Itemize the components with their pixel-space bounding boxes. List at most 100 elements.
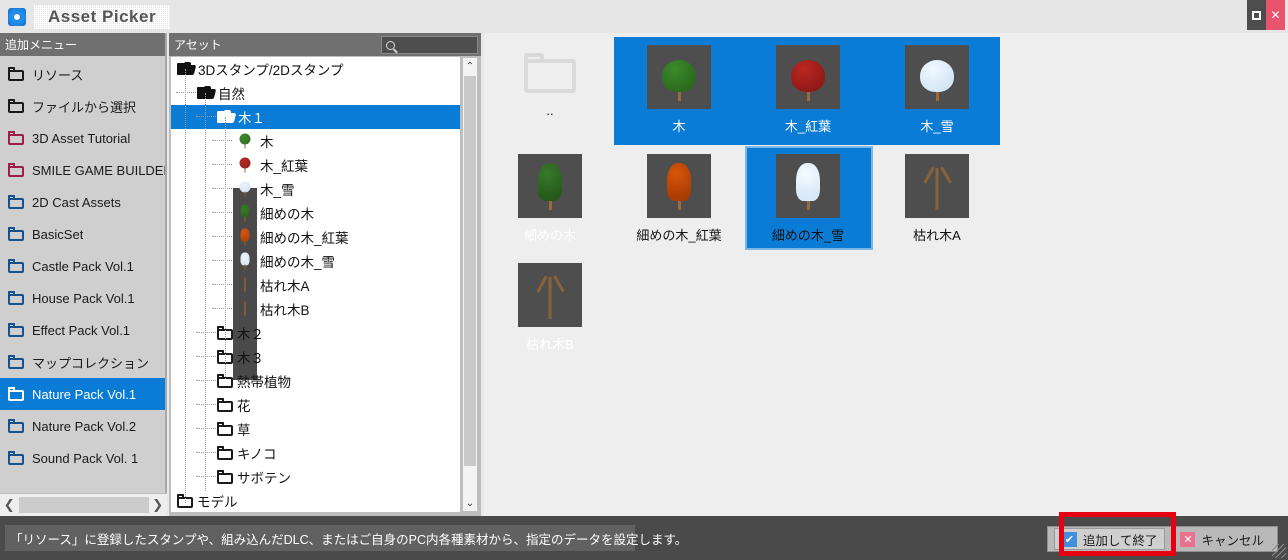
grid-item-parent[interactable]: .. (486, 37, 614, 141)
confirm-button[interactable]: ✔ 追加して終了 (1054, 528, 1166, 550)
sidebar-item-7[interactable]: House Pack Vol.1 (0, 282, 165, 314)
cancel-button-label: キャンセル (1201, 530, 1264, 549)
grid-item-4[interactable]: 細めの木_紅葉 (615, 146, 743, 250)
tree-leaf-label: 細めの木_紅葉 (260, 227, 349, 247)
grid-item-3[interactable]: 細めの木 (486, 146, 614, 250)
tree-scroll-up-icon[interactable]: ⌃ (463, 58, 477, 74)
main-area: 追加メニュー リソースファイルから選択3D Asset Tutorial SMIL… (0, 33, 1288, 516)
tree-panel: アセット 3Dスタンプ/2Dスタンプ自然木１木木_紅葉木_雪細めの木細めの木_紅… (169, 33, 481, 516)
tree-folder-after-4[interactable]: 草 (171, 417, 460, 441)
cancel-button[interactable]: ✕ キャンセル (1173, 528, 1271, 550)
sprite-dead-a (936, 171, 939, 210)
grid-item-thumbnail (518, 263, 582, 327)
sidebar-item-label: SMILE GAME BUILDER (32, 163, 165, 178)
tree-leaf-5[interactable]: 細めの木_雪 (171, 249, 460, 273)
tree-leaf-3[interactable]: 細めの木 (171, 201, 460, 225)
sidebar-item-5[interactable]: BasicSet (0, 218, 165, 250)
tree-scrollbar-thumb[interactable] (464, 76, 476, 466)
sprite-tree-red (240, 158, 251, 173)
sidebar-item-9[interactable]: マップコレクション (0, 346, 165, 378)
tree-folder-after-6[interactable]: サボテン (171, 465, 460, 489)
tree-folder-after-3[interactable]: 花 (171, 393, 460, 417)
grid-item-2[interactable]: 木_雪 (873, 37, 1001, 141)
folder-icon (217, 446, 234, 460)
folder-icon (8, 291, 25, 305)
tree-folder-label: 木３ (237, 347, 264, 367)
grid-item-thumbnail (905, 154, 969, 218)
maximize-button[interactable] (1247, 0, 1266, 30)
folder-icon (8, 259, 25, 273)
sprite-conifer-snow (241, 253, 250, 270)
tree-leaf-4[interactable]: 細めの木_紅葉 (171, 225, 460, 249)
window-controls: ✕ (1247, 0, 1288, 33)
sidebar-list: リソースファイルから選択3D Asset Tutorial SMILE GAME … (0, 56, 165, 493)
tree-vertical-scrollbar[interactable]: ⌃ ⌄ (462, 57, 478, 512)
grid-item-0[interactable]: 木 (615, 37, 743, 141)
grid-item-thumbnail (905, 45, 969, 109)
folder-icon (8, 131, 25, 145)
sidebar-header: 追加メニュー (0, 33, 165, 56)
sidebar-item-2[interactable]: 3D Asset Tutorial (0, 122, 165, 154)
grid-item-6[interactable]: 枯れ木A (873, 146, 1001, 250)
grid-item-thumbnail (647, 45, 711, 109)
tree-folder-2[interactable]: 木１ (171, 105, 460, 129)
tree-leaf-0[interactable]: 木 (171, 129, 460, 153)
title-bar: Asset Picker ✕ (0, 0, 1288, 33)
sidebar-item-label: BasicSet (32, 227, 83, 242)
scroll-left-icon[interactable]: ❮ (0, 497, 19, 513)
tree-leaf-6[interactable]: 枯れ木A (171, 273, 460, 297)
leaf-thumb-icon (233, 297, 257, 321)
tree-folder-label: モデル (197, 491, 238, 511)
folder-open-icon (177, 62, 195, 76)
tree-folder-after-5[interactable]: キノコ (171, 441, 460, 465)
tree-folder-1[interactable]: 自然 (171, 81, 460, 105)
sidebar-item-0[interactable]: リソース (0, 58, 165, 90)
sidebar-item-1[interactable]: ファイルから選択 (0, 90, 165, 122)
sprite-conifer-orange (667, 163, 691, 210)
grid-item-5[interactable]: 細めの木_雪 (744, 146, 872, 250)
sprite-dead-b (549, 280, 552, 319)
tree-folder-after-7[interactable]: モデル (171, 489, 460, 512)
leaf-thumb-icon (233, 225, 257, 249)
scroll-right-icon[interactable]: ❯ (149, 497, 168, 513)
tree-leaf-7[interactable]: 枯れ木B (171, 297, 460, 321)
folder-icon (217, 422, 234, 436)
sidebar-item-11[interactable]: Nature Pack Vol.2 (0, 410, 165, 442)
sidebar: 追加メニュー リソースファイルから選択3D Asset Tutorial SMIL… (0, 33, 167, 516)
tree-folder-after-2[interactable]: 熱帯植物 (171, 369, 460, 393)
grid-item-thumbnail (776, 154, 840, 218)
tree-scroll-down-icon[interactable]: ⌄ (463, 495, 477, 511)
folder-open-icon (197, 86, 215, 100)
sidebar-item-12[interactable]: Sound Pack Vol. 1 (0, 442, 165, 474)
tree-leaf-label: 枯れ木B (260, 299, 310, 319)
close-button[interactable]: ✕ (1266, 0, 1285, 30)
sidebar-item-6[interactable]: Castle Pack Vol.1 (0, 250, 165, 282)
sidebar-item-label: House Pack Vol.1 (32, 291, 135, 306)
folder-icon (217, 398, 234, 412)
sidebar-item-4[interactable]: 2D Cast Assets (0, 186, 165, 218)
grid-item-7[interactable]: 枯れ木B (486, 255, 614, 359)
sidebar-item-label: Nature Pack Vol.2 (32, 419, 136, 434)
scrollbar-thumb[interactable] (19, 497, 149, 513)
sprite-dead-a (244, 279, 246, 292)
tree-folder-after-1[interactable]: 木３ (171, 345, 460, 369)
folder-icon (8, 99, 25, 113)
sidebar-item-8[interactable]: Effect Pack Vol.1 (0, 314, 165, 346)
tree-leaf-2[interactable]: 木_雪 (171, 177, 460, 201)
tree-folder-label: 自然 (218, 83, 245, 103)
sidebar-item-10[interactable]: Nature Pack Vol.1 (0, 378, 165, 410)
sprite-conifer-green (241, 205, 250, 222)
search-box[interactable] (381, 36, 478, 54)
tree-folder-after-0[interactable]: 木２ (171, 321, 460, 345)
tree-folder-0[interactable]: 3Dスタンプ/2Dスタンプ (171, 57, 460, 81)
grid-item-label: 枯れ木A (913, 225, 961, 244)
grid-item-1[interactable]: 木_紅葉 (744, 37, 872, 141)
grid-item-label: 枯れ木B (526, 334, 574, 353)
resize-grip[interactable] (1272, 544, 1286, 558)
sidebar-horizontal-scrollbar[interactable]: ❮ ❯ (0, 493, 167, 516)
tree-folder-label: 3Dスタンプ/2Dスタンプ (198, 59, 343, 79)
grid-item-label: .. (546, 103, 553, 118)
tree-leaf-1[interactable]: 木_紅葉 (171, 153, 460, 177)
footer-bar: 「リソース」に登録したスタンプや、組み込んだDLC、またはご自身のPC内各種素材… (0, 516, 1288, 560)
sidebar-item-3[interactable]: SMILE GAME BUILDER (0, 154, 165, 186)
